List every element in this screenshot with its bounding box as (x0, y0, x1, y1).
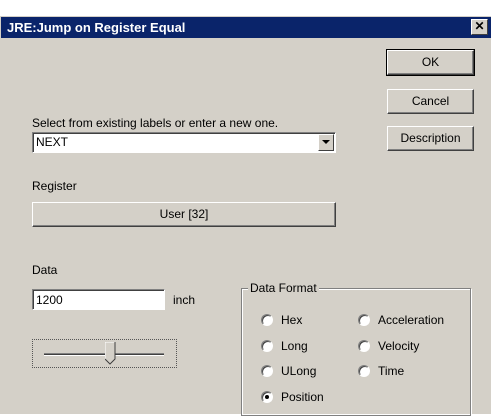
jre-dialog: JRE:Jump on Register Equal ✕ OK Cancel D… (0, 16, 491, 416)
radio-circle-icon (358, 314, 370, 326)
radio-circle-icon (358, 365, 370, 377)
radio-circle-icon (261, 365, 273, 377)
radio-circle-icon (261, 314, 273, 326)
window-title: JRE:Jump on Register Equal (7, 20, 186, 35)
title-bar: JRE:Jump on Register Equal ✕ (1, 17, 491, 38)
chevron-down-icon (322, 140, 330, 144)
radio-label: Time (378, 364, 405, 378)
data-input[interactable]: 1200 (32, 289, 165, 310)
data-slider[interactable] (32, 339, 177, 368)
label-combobox[interactable]: NEXT (32, 132, 336, 153)
radio-label: Acceleration (378, 313, 445, 327)
register-button[interactable]: User [32] (32, 202, 336, 227)
data-input-value: 1200 (36, 293, 63, 307)
ok-button[interactable]: OK (386, 49, 475, 76)
data-format-legend: Data Format (248, 281, 319, 295)
combobox-dropdown-button[interactable] (318, 134, 334, 151)
radio-label: Velocity (378, 339, 420, 353)
radio-circle-icon (261, 340, 273, 352)
slider-thumb[interactable] (105, 342, 116, 365)
description-button[interactable]: Description (387, 126, 474, 151)
radio-selected-dot (265, 395, 269, 399)
cancel-button[interactable]: Cancel (387, 89, 474, 114)
radio-label: Position (281, 390, 324, 404)
close-button[interactable]: ✕ (471, 19, 488, 35)
background-strip (0, 0, 491, 16)
register-label: Register (32, 179, 77, 193)
slider-track (44, 353, 164, 356)
data-format-group: Data Format Hex Long ULong Position Acce… (241, 281, 471, 416)
data-label: Data (32, 263, 58, 277)
data-unit-label: inch (173, 293, 196, 307)
radio-label: ULong (281, 364, 317, 378)
radio-circle-icon (358, 340, 370, 352)
close-icon: ✕ (474, 19, 485, 33)
label-combobox-value: NEXT (36, 135, 69, 149)
radio-label: Hex (281, 313, 303, 327)
label-select-prompt: Select from existing labels or enter a n… (32, 116, 279, 130)
radio-circle-icon (261, 391, 273, 403)
radio-label: Long (281, 339, 308, 353)
